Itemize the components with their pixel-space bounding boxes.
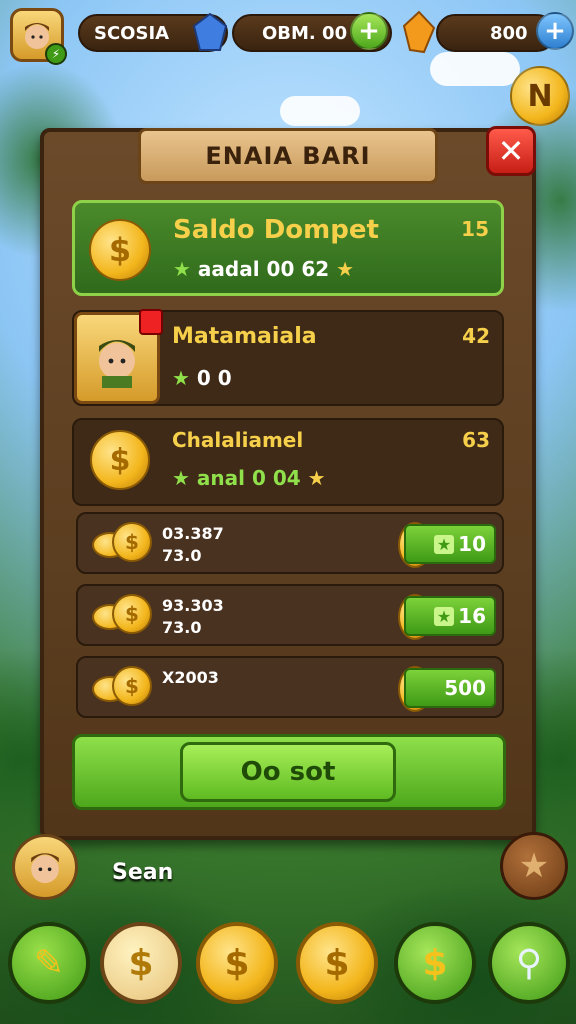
- alert-badge: [139, 309, 163, 335]
- bank-button[interactable]: $: [296, 922, 378, 1004]
- star-icon: ★: [433, 534, 455, 554]
- star-icon: ★: [172, 366, 190, 390]
- search-button[interactable]: ⚲: [488, 922, 570, 1004]
- gold-value: 800: [490, 22, 528, 44]
- star-icon: ★: [172, 466, 190, 490]
- n-badge-label: N: [527, 78, 553, 114]
- row-line2: 73.0: [162, 546, 202, 565]
- star-icon: ★: [433, 606, 455, 626]
- challenge-card[interactable]: $ Chalaliamel ★ anal 0 04 ★ 63: [72, 418, 504, 506]
- earn-button[interactable]: $: [394, 922, 476, 1004]
- row-line1: 03.387: [162, 524, 224, 543]
- buy-price-button[interactable]: ★ 16: [404, 596, 496, 636]
- buy-button-label: Oo sot: [240, 757, 336, 787]
- card-title: Matamaiala: [172, 324, 317, 349]
- add-gold-button[interactable]: +: [536, 12, 574, 50]
- edit-button[interactable]: ✎: [8, 922, 90, 1004]
- wallet-balance-card[interactable]: $ Saldo Dompet ★ aadal 00 62 ★ 15: [72, 200, 504, 296]
- buy-price-button[interactable]: ★ 10: [404, 524, 496, 564]
- close-button[interactable]: ✕: [486, 126, 536, 176]
- card-subtitle-text: aadal 00 62: [197, 257, 330, 281]
- gold-crystal-icon: [402, 10, 436, 54]
- plus-icon: +: [358, 16, 380, 46]
- row-line2: 73.0: [162, 618, 202, 637]
- row-line1: X2003: [162, 668, 219, 687]
- coin-icon: $: [90, 430, 150, 490]
- coin-pack-row[interactable]: $ X2003 $ 500: [76, 656, 504, 718]
- player-avatar-top[interactable]: ⚡: [10, 8, 67, 65]
- hero-face-icon: [99, 340, 135, 388]
- card-subtitle: ★ aadal 00 62 ★: [173, 257, 354, 281]
- cloud: [430, 52, 520, 86]
- dialog-title-plaque: ENAIA BARI: [138, 128, 438, 184]
- coin-icon: $: [112, 522, 152, 562]
- card-title: Chalaliamel: [172, 428, 304, 452]
- character-card[interactable]: Matamaiala ★ 0 0 42: [72, 309, 504, 406]
- coin-pack-row[interactable]: $ 93.303 73.0 $ ★ 16: [76, 584, 504, 646]
- card-number: 42: [462, 324, 490, 348]
- plus-icon: +: [544, 16, 566, 46]
- price-value: 500: [444, 676, 486, 700]
- player-name-label: Sean: [112, 860, 174, 885]
- top-bar: ⚡ SCOSIA OBM. 00 + 800 +: [6, 6, 574, 65]
- card-title: Saldo Dompet: [173, 215, 379, 245]
- coin-icon: $: [89, 219, 151, 281]
- buy-button[interactable]: Oo sot: [180, 742, 396, 802]
- favorites-button[interactable]: ★: [500, 832, 568, 900]
- buy-price-button[interactable]: 500: [404, 668, 496, 708]
- coin-icon: $: [112, 594, 152, 634]
- card-subtitle-text: 0 0: [196, 366, 232, 390]
- rewards-button[interactable]: $: [196, 922, 278, 1004]
- coin-icon: $: [128, 942, 154, 984]
- cloud: [280, 96, 360, 126]
- card-subtitle-text: anal 0 04: [196, 466, 301, 490]
- star-icon: ★: [336, 257, 355, 281]
- gems-value: OBM. 00: [262, 22, 348, 44]
- star-icon: ★: [173, 257, 191, 281]
- star-icon: ★: [307, 466, 326, 490]
- pencil-icon: ✎: [33, 942, 65, 984]
- coin-icon: $: [112, 666, 152, 706]
- coin-icon: $: [224, 942, 250, 984]
- coin-pack-row[interactable]: $ 03.387 73.0 $ ★ 10: [76, 512, 504, 574]
- hero-face-icon: [31, 853, 59, 884]
- add-gems-button[interactable]: +: [350, 12, 388, 50]
- card-subtitle: ★ anal 0 04 ★: [172, 466, 326, 490]
- character-portrait: [74, 309, 163, 404]
- close-icon: ✕: [497, 132, 525, 170]
- card-number: 63: [462, 428, 490, 452]
- coin-shop-button[interactable]: $: [100, 922, 182, 1004]
- card-number: 15: [461, 217, 489, 241]
- coin-icon: $: [324, 942, 350, 984]
- dialog-title: ENAIA BARI: [205, 142, 371, 170]
- price-value: 10: [458, 532, 486, 556]
- gem-icon: [192, 12, 228, 52]
- price-value: 16: [458, 604, 486, 628]
- coin-icon: $: [422, 942, 448, 984]
- search-icon: ⚲: [515, 942, 543, 984]
- row-line1: 93.303: [162, 596, 224, 615]
- level-badge: ⚡: [45, 43, 67, 65]
- star-icon: ★: [518, 846, 550, 886]
- card-subtitle: ★ 0 0: [172, 366, 232, 390]
- player-avatar[interactable]: [12, 834, 78, 900]
- notification-button[interactable]: N: [510, 66, 570, 126]
- player-name: SCOSIA: [94, 22, 170, 44]
